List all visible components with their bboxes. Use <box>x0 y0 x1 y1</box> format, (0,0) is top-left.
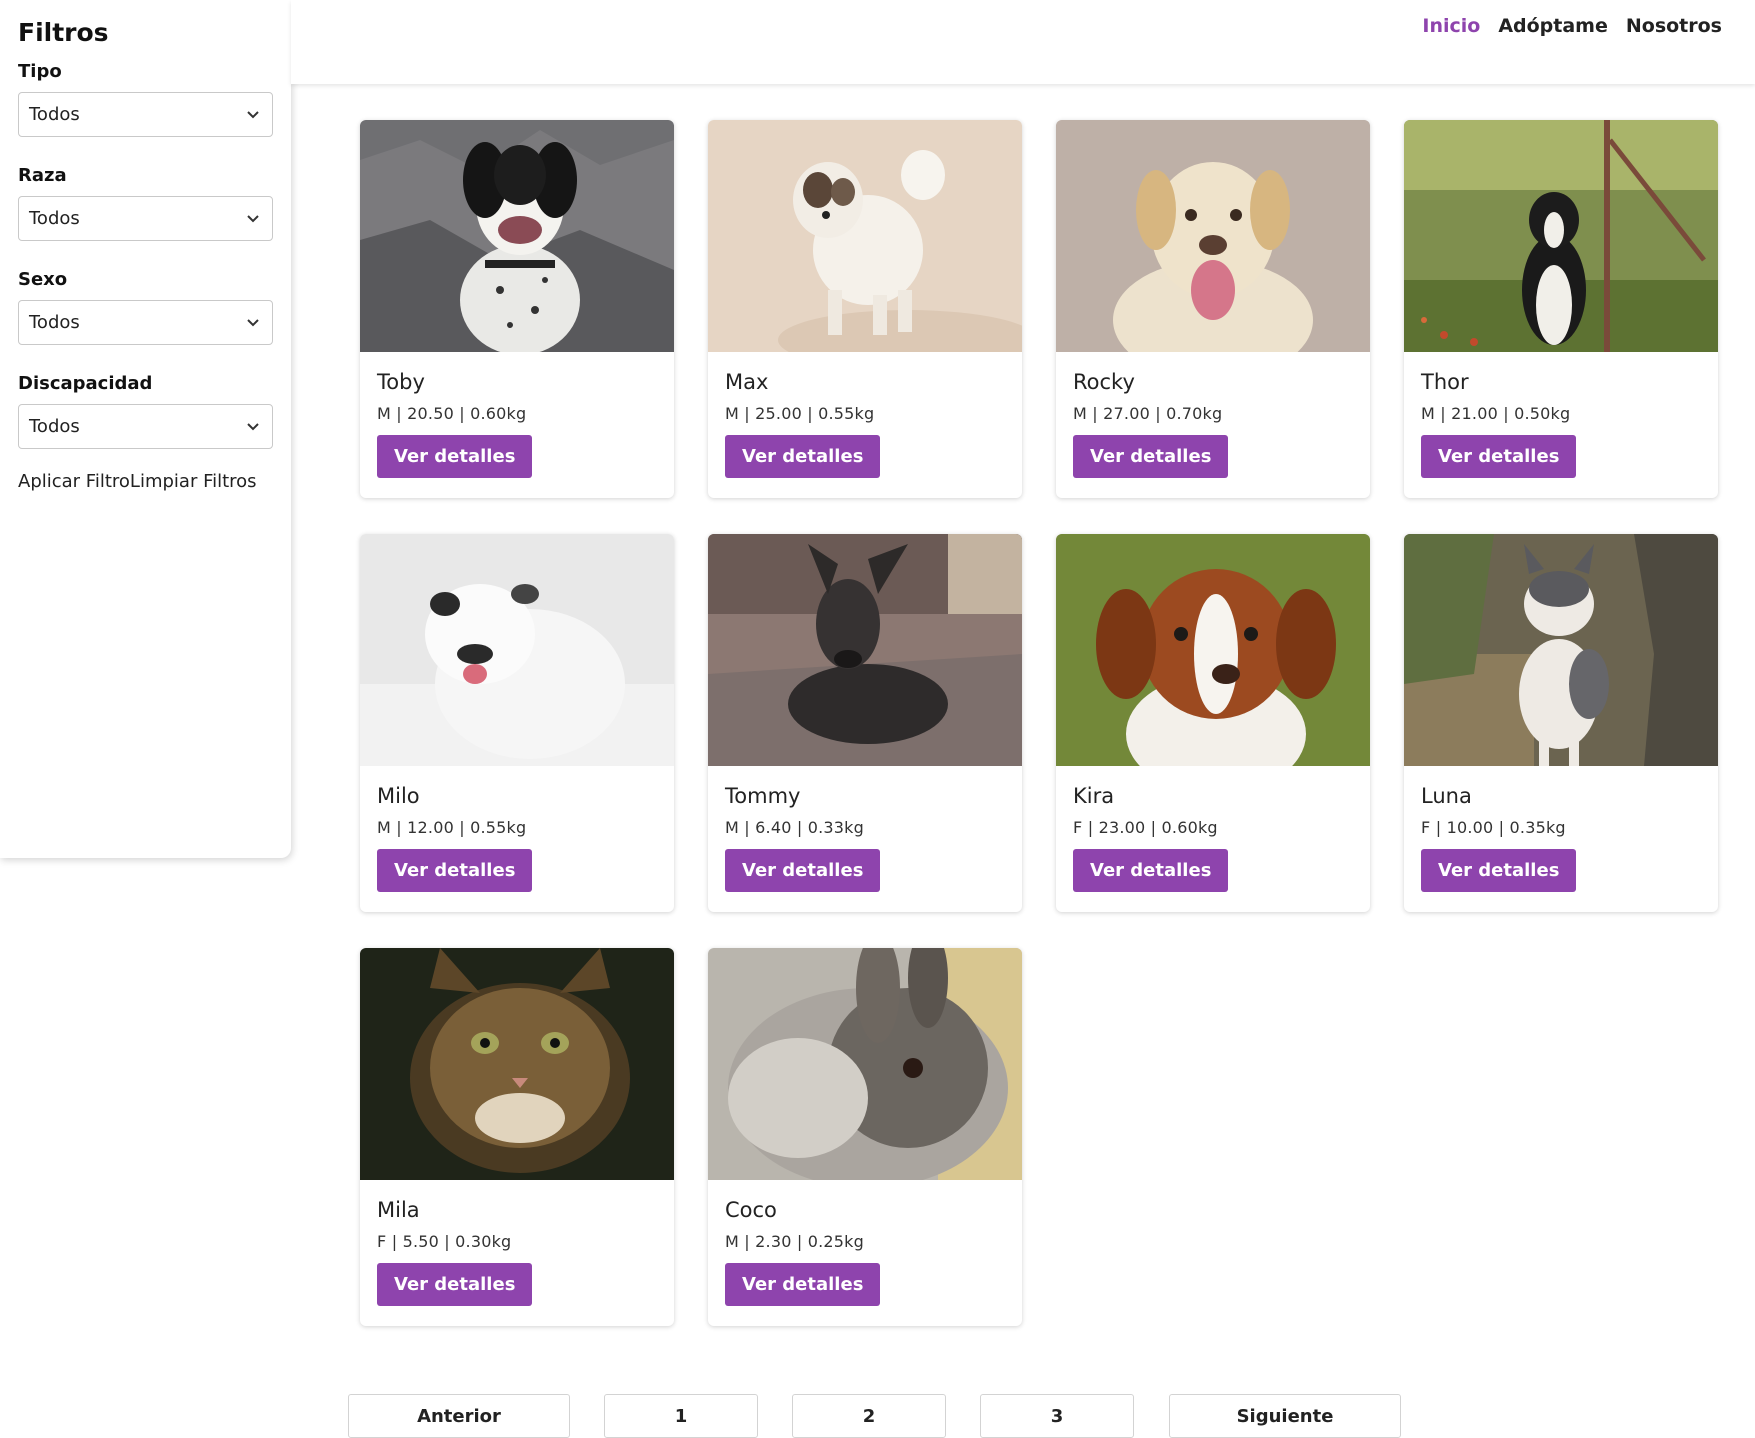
pet-meta: M | 6.40 | 0.33kg <box>725 818 865 837</box>
top-nav: Inicio Adóptame Nosotros <box>291 0 1755 84</box>
pet-meta: M | 27.00 | 0.70kg <box>1073 404 1223 423</box>
pet-card: Thor M | 21.00 | 0.50kg Ver detalles <box>1404 120 1718 498</box>
filter-select-value: Todos <box>29 208 80 229</box>
view-details-button[interactable]: Ver detalles <box>377 435 533 478</box>
filter-actions: Aplicar Filtro Limpiar Filtros <box>18 471 273 492</box>
pet-name: Thor <box>1421 370 1469 394</box>
pet-card: Toby M | 20.50 | 0.60kg Ver detalles <box>360 120 674 498</box>
pet-card: Rocky M | 27.00 | 0.70kg Ver detalles <box>1056 120 1370 498</box>
filter-select-tipo[interactable]: Todos <box>18 92 273 137</box>
pet-photo-dog <box>708 120 1022 352</box>
view-details-button[interactable]: Ver detalles <box>725 1263 881 1306</box>
pet-name: Rocky <box>1073 370 1135 394</box>
pet-card: Luna F | 10.00 | 0.35kg Ver detalles <box>1404 534 1718 912</box>
pet-photo-dog <box>1056 534 1370 766</box>
view-details-button[interactable]: Ver detalles <box>377 849 533 892</box>
chevron-down-icon <box>247 111 259 119</box>
filter-label-raza: Raza <box>18 165 67 186</box>
pet-grid: Toby M | 20.50 | 0.60kg Ver detalles Max… <box>360 120 1718 1326</box>
pagination-next-button[interactable]: Siguiente <box>1169 1394 1401 1438</box>
pet-photo-dog <box>708 534 1022 766</box>
view-details-button[interactable]: Ver detalles <box>1421 849 1577 892</box>
pet-photo-dog <box>1056 120 1370 352</box>
filter-select-value: Todos <box>29 104 80 125</box>
pet-meta: M | 21.00 | 0.50kg <box>1421 404 1571 423</box>
pet-photo-dog <box>360 534 674 766</box>
chevron-down-icon <box>247 319 259 327</box>
pet-photo-cat <box>1404 534 1718 766</box>
pet-name: Milo <box>377 784 420 808</box>
pet-meta: F | 23.00 | 0.60kg <box>1073 818 1218 837</box>
pet-name: Mila <box>377 1198 420 1222</box>
pet-meta: M | 2.30 | 0.25kg <box>725 1232 865 1251</box>
pet-card: Coco M | 2.30 | 0.25kg Ver detalles <box>708 948 1022 1326</box>
view-details-button[interactable]: Ver detalles <box>1073 435 1229 478</box>
pet-meta: M | 20.50 | 0.60kg <box>377 404 527 423</box>
pet-name: Luna <box>1421 784 1472 808</box>
view-details-button[interactable]: Ver detalles <box>1073 849 1229 892</box>
apply-filter-button[interactable]: Aplicar Filtro <box>18 471 130 492</box>
nav-link-nosotros[interactable]: Nosotros <box>1626 15 1722 37</box>
view-details-button[interactable]: Ver detalles <box>725 849 881 892</box>
filter-label-tipo: Tipo <box>18 61 62 82</box>
pagination-page-button[interactable]: 3 <box>980 1394 1134 1438</box>
chevron-down-icon <box>247 423 259 431</box>
pet-photo-dog <box>360 120 674 352</box>
view-details-button[interactable]: Ver detalles <box>377 1263 533 1306</box>
pet-card: Mila F | 5.50 | 0.30kg Ver detalles <box>360 948 674 1326</box>
pet-name: Coco <box>725 1198 777 1222</box>
pet-meta: F | 10.00 | 0.35kg <box>1421 818 1566 837</box>
view-details-button[interactable]: Ver detalles <box>725 435 881 478</box>
pet-name: Tommy <box>725 784 801 808</box>
nav-link-adoptame[interactable]: Adóptame <box>1498 15 1608 37</box>
pet-card: Max M | 25.00 | 0.55kg Ver detalles <box>708 120 1022 498</box>
pet-photo-dog <box>1404 120 1718 352</box>
pet-name: Toby <box>377 370 425 394</box>
pet-card: Milo M | 12.00 | 0.55kg Ver detalles <box>360 534 674 912</box>
filter-select-discapacidad[interactable]: Todos <box>18 404 273 449</box>
chevron-down-icon <box>247 215 259 223</box>
sidebar-title: Filtros <box>18 18 109 47</box>
clear-filters-button[interactable]: Limpiar Filtros <box>130 471 257 492</box>
filter-select-value: Todos <box>29 416 80 437</box>
pet-meta: M | 12.00 | 0.55kg <box>377 818 527 837</box>
pagination-prev-button[interactable]: Anterior <box>348 1394 570 1438</box>
filter-label-sexo: Sexo <box>18 269 68 290</box>
pet-name: Kira <box>1073 784 1115 808</box>
filter-select-sexo[interactable]: Todos <box>18 300 273 345</box>
view-details-button[interactable]: Ver detalles <box>1421 435 1577 478</box>
pet-photo-cat <box>360 948 674 1180</box>
pet-name: Max <box>725 370 769 394</box>
filter-select-value: Todos <box>29 312 80 333</box>
filter-select-raza[interactable]: Todos <box>18 196 273 241</box>
pet-meta: M | 25.00 | 0.55kg <box>725 404 875 423</box>
pet-card: Kira F | 23.00 | 0.60kg Ver detalles <box>1056 534 1370 912</box>
pagination-page-button[interactable]: 1 <box>604 1394 758 1438</box>
pagination-page-button[interactable]: 2 <box>792 1394 946 1438</box>
pet-card: Tommy M | 6.40 | 0.33kg Ver detalles <box>708 534 1022 912</box>
filters-sidebar: Filtros Tipo Todos Raza Todos Sexo Todos… <box>0 0 291 858</box>
pet-photo-rabbit <box>708 948 1022 1180</box>
filter-label-discapacidad: Discapacidad <box>18 373 153 394</box>
nav-link-inicio[interactable]: Inicio <box>1422 15 1480 37</box>
pet-meta: F | 5.50 | 0.30kg <box>377 1232 512 1251</box>
